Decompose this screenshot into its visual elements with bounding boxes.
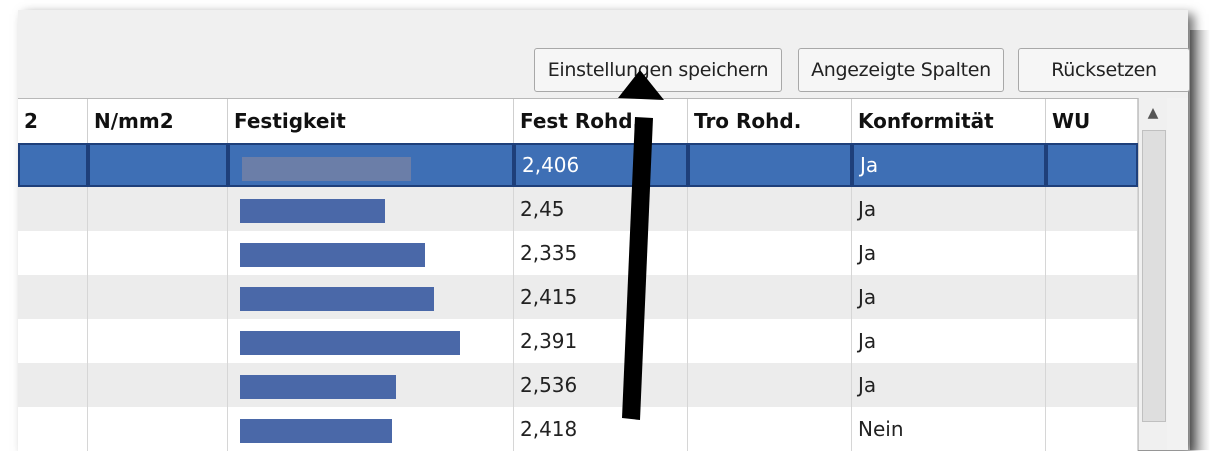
fest-rohd-cell[interactable]: 2,335 xyxy=(514,231,688,275)
fest-rohd-cell[interactable]: 2,391 xyxy=(514,319,688,363)
konformitaet-cell[interactable]: Ja xyxy=(852,363,1046,407)
table-cell[interactable] xyxy=(88,187,228,231)
festigkeit-bar xyxy=(240,331,460,355)
table-cell[interactable] xyxy=(18,319,88,363)
table-cell[interactable] xyxy=(1046,363,1138,407)
fest-rohd-cell[interactable]: 2,45 xyxy=(514,187,688,231)
table-row[interactable]: 2,391 Ja xyxy=(18,319,1138,363)
table-row[interactable]: 2,536 Ja xyxy=(18,363,1138,407)
table-cell[interactable] xyxy=(18,275,88,319)
table-row[interactable]: 2,418 Nein xyxy=(18,407,1138,451)
column-header[interactable]: Konformität xyxy=(852,99,1046,143)
festigkeit-cell[interactable] xyxy=(228,143,514,187)
table-cell[interactable] xyxy=(1046,407,1138,451)
table-cell[interactable] xyxy=(18,143,88,187)
table-cell[interactable] xyxy=(688,231,852,275)
festigkeit-bar xyxy=(240,375,396,399)
fest-rohd-cell[interactable]: 2,418 xyxy=(514,407,688,451)
table-cell[interactable] xyxy=(88,363,228,407)
reset-button[interactable]: Rücksetzen xyxy=(1018,48,1190,92)
festigkeit-cell[interactable] xyxy=(228,275,514,319)
konformitaet-cell[interactable]: Ja xyxy=(852,319,1046,363)
festigkeit-cell[interactable] xyxy=(228,407,514,451)
festigkeit-bar xyxy=(240,287,434,311)
table-cell[interactable] xyxy=(688,143,852,187)
table-cell[interactable] xyxy=(688,407,852,451)
table-cell[interactable] xyxy=(1046,231,1138,275)
table-cell[interactable] xyxy=(1046,143,1138,187)
table-cell[interactable] xyxy=(88,319,228,363)
vertical-scrollbar[interactable]: ▲ xyxy=(1138,98,1167,450)
shown-columns-button[interactable]: Angezeigte Spalten xyxy=(798,48,1004,92)
table-row[interactable]: 2,45 Ja xyxy=(18,187,1138,231)
toolbar: Einstellungen speichern Angezeigte Spalt… xyxy=(18,10,1190,98)
konformitaet-cell[interactable]: Ja xyxy=(852,143,1046,187)
table-cell[interactable] xyxy=(18,363,88,407)
konformitaet-cell[interactable]: Ja xyxy=(852,231,1046,275)
table-row[interactable]: 2,415 Ja xyxy=(18,275,1138,319)
column-header[interactable]: 2 xyxy=(18,99,88,143)
fest-rohd-cell[interactable]: 2,406 xyxy=(514,143,688,187)
table-cell[interactable] xyxy=(88,231,228,275)
table-cell[interactable] xyxy=(88,407,228,451)
konformitaet-cell[interactable]: Ja xyxy=(852,187,1046,231)
fest-rohd-cell[interactable]: 2,536 xyxy=(514,363,688,407)
table-cell[interactable] xyxy=(688,319,852,363)
table-cell[interactable] xyxy=(688,187,852,231)
scroll-thumb[interactable] xyxy=(1142,130,1166,422)
table-row[interactable]: 2,406 Ja xyxy=(18,143,1138,187)
table-cell[interactable] xyxy=(688,275,852,319)
table-cell[interactable] xyxy=(88,275,228,319)
festigkeit-cell[interactable] xyxy=(228,363,514,407)
table-header: 2 N/mm2 Festigkeit Fest Rohd. Tro Rohd. … xyxy=(18,99,1138,144)
table-cell[interactable] xyxy=(18,407,88,451)
festigkeit-bar xyxy=(240,243,425,267)
column-header[interactable]: Tro Rohd. xyxy=(688,99,852,143)
festigkeit-bar xyxy=(242,157,411,181)
column-header[interactable]: WU xyxy=(1046,99,1138,143)
konformitaet-cell[interactable]: Nein xyxy=(852,407,1046,451)
results-table: 2 N/mm2 Festigkeit Fest Rohd. Tro Rohd. … xyxy=(18,98,1138,451)
table-cell[interactable] xyxy=(18,231,88,275)
window-shadow xyxy=(1190,30,1210,450)
table-row[interactable]: 2,335 Ja xyxy=(18,231,1138,275)
festigkeit-bar xyxy=(240,199,385,223)
table-cell[interactable] xyxy=(1046,319,1138,363)
festigkeit-cell[interactable] xyxy=(228,319,514,363)
konformitaet-cell[interactable]: Ja xyxy=(852,275,1046,319)
table-cell[interactable] xyxy=(88,143,228,187)
column-header[interactable]: N/mm2 xyxy=(88,99,228,143)
table-cell[interactable] xyxy=(1046,275,1138,319)
festigkeit-cell[interactable] xyxy=(228,187,514,231)
festigkeit-cell[interactable] xyxy=(228,231,514,275)
table-cell[interactable] xyxy=(1046,187,1138,231)
column-header[interactable]: Festigkeit xyxy=(228,99,514,143)
table-cell[interactable] xyxy=(18,187,88,231)
festigkeit-bar xyxy=(240,419,392,443)
column-header[interactable]: Fest Rohd. xyxy=(514,99,688,143)
table-cell[interactable] xyxy=(688,363,852,407)
scroll-up-icon[interactable]: ▲ xyxy=(1139,98,1167,128)
save-settings-button[interactable]: Einstellungen speichern xyxy=(534,48,782,92)
fest-rohd-cell[interactable]: 2,415 xyxy=(514,275,688,319)
